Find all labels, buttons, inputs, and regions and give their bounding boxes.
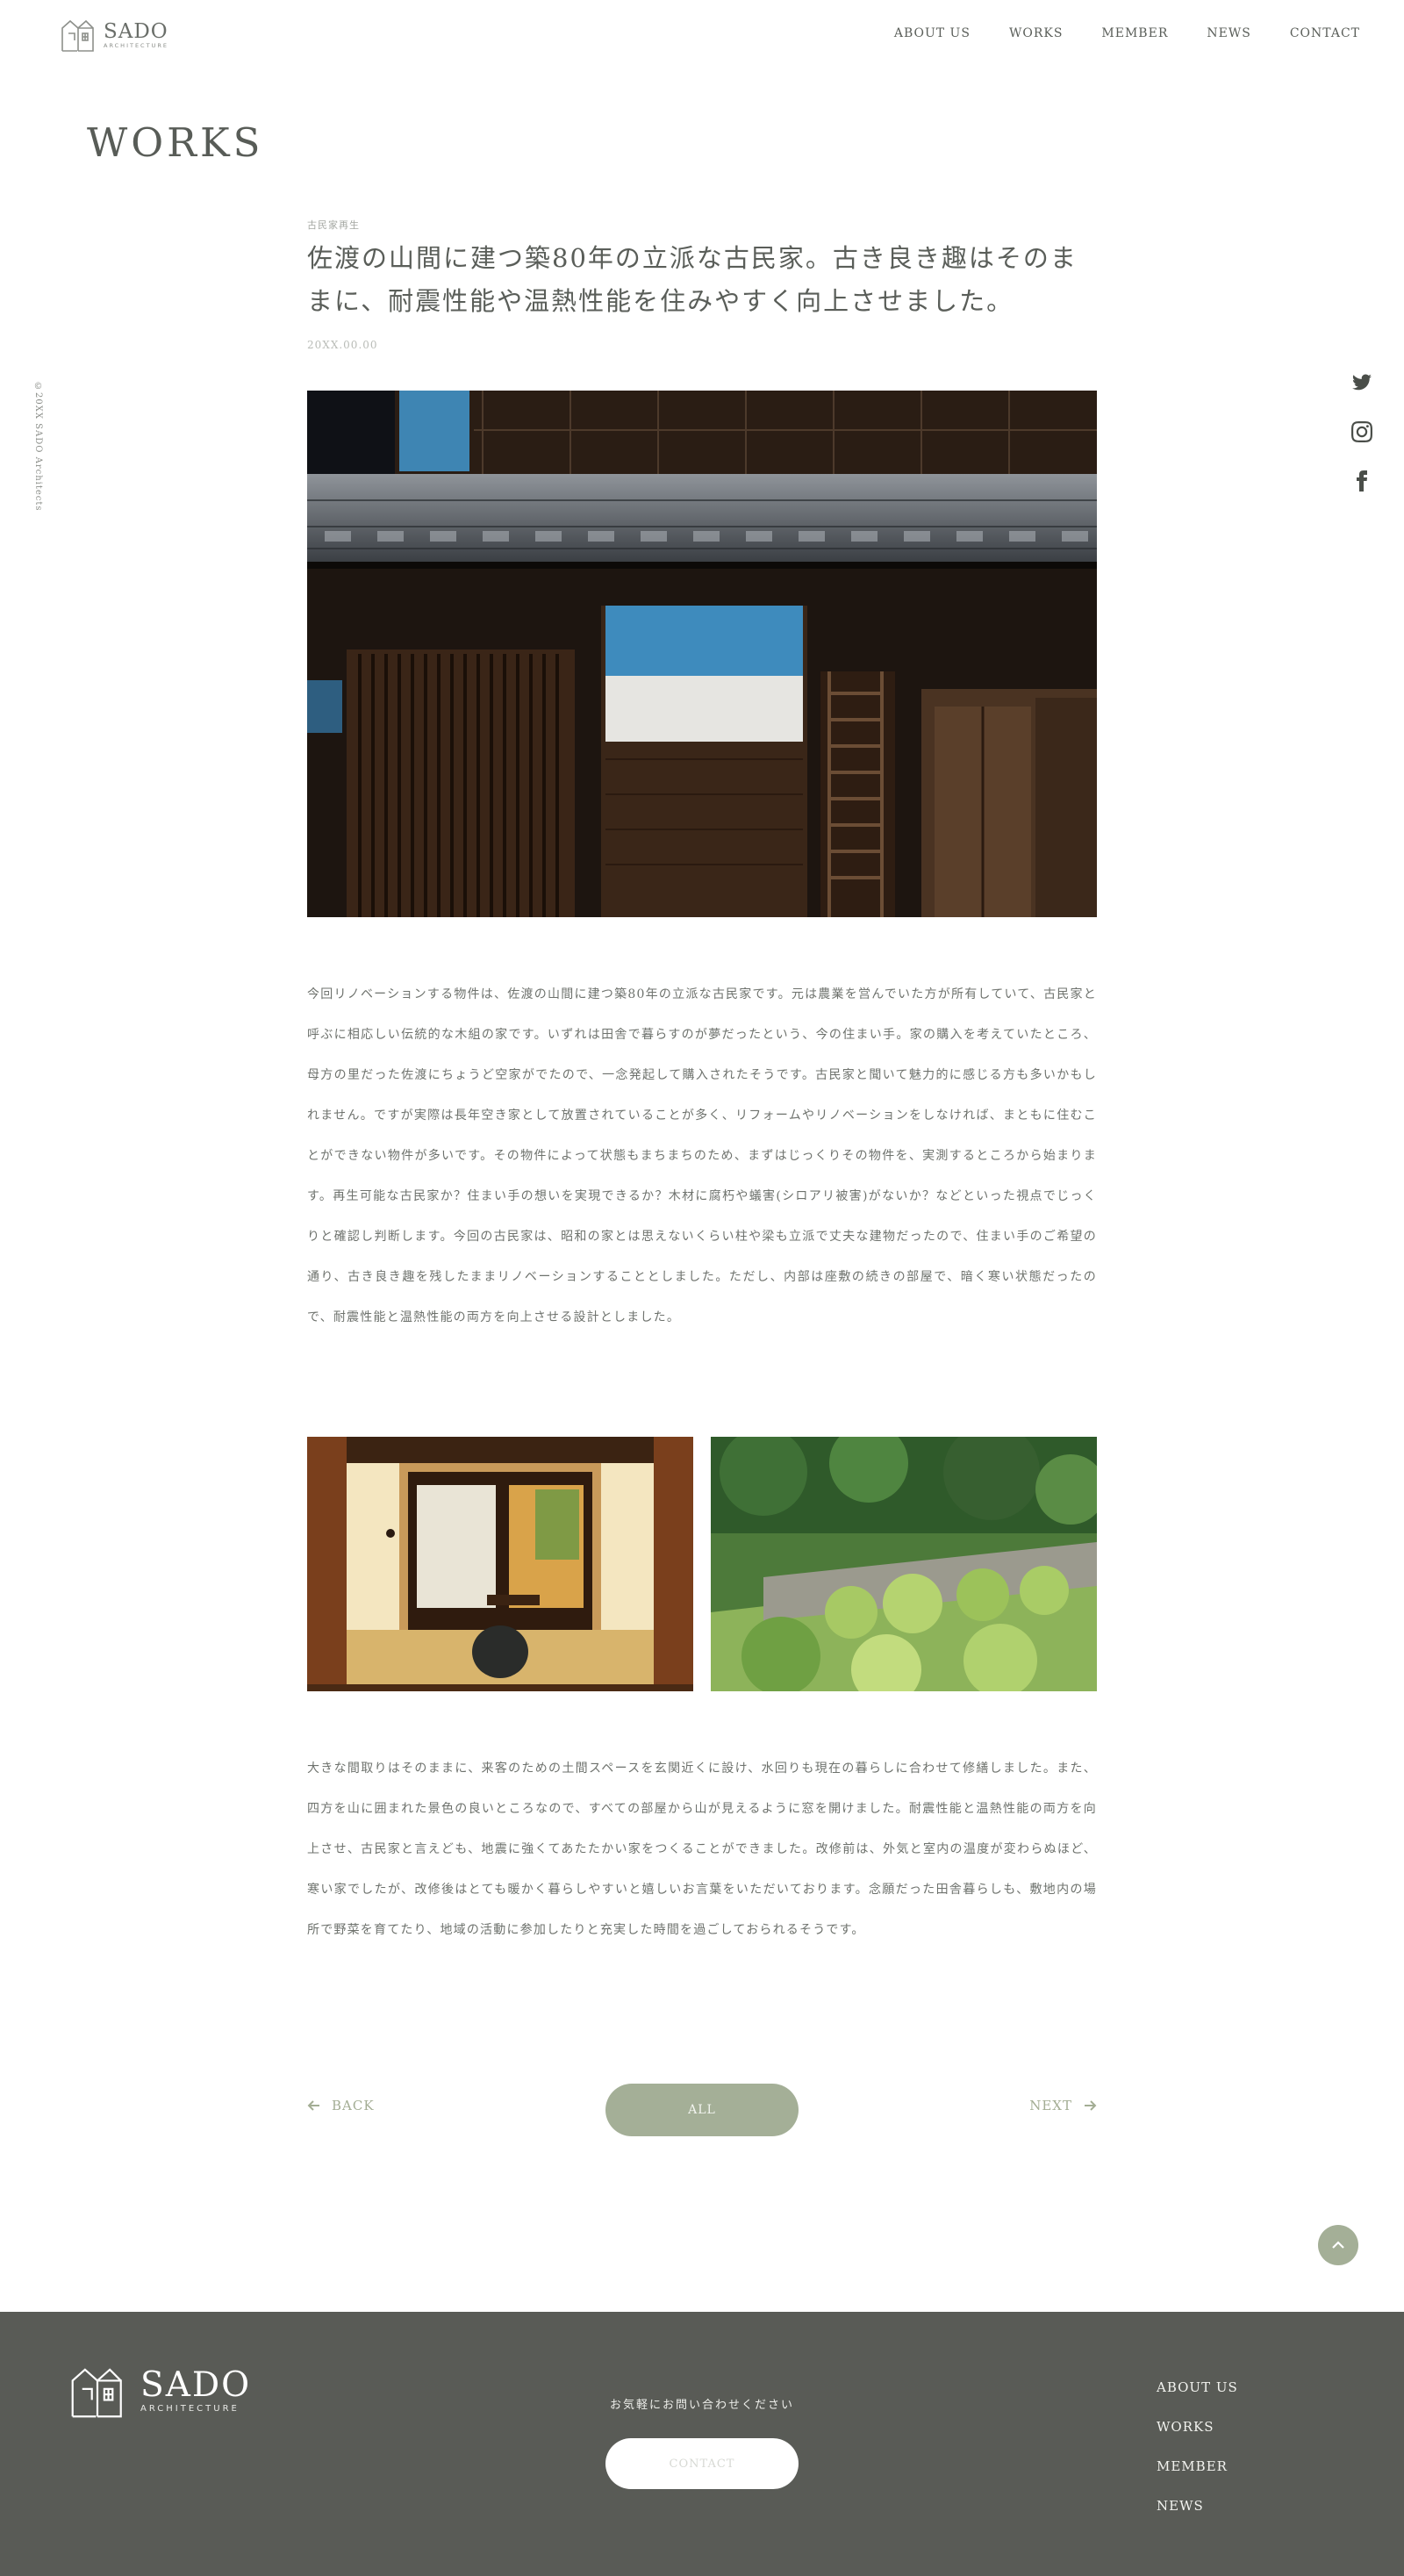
article-date: 20XX.00.00	[307, 339, 378, 351]
logo-name: SADO	[104, 20, 168, 43]
back-label: BACK	[332, 2098, 375, 2113]
nav-about-us[interactable]: ABOUT US	[894, 26, 971, 40]
main-photo-house-facade	[307, 391, 1097, 917]
house-logo-icon	[61, 19, 94, 52]
site-footer: SADO ARCHITECTURE お気軽にお問い合わせください CONTACT…	[0, 2312, 1404, 2576]
nav-news[interactable]: NEWS	[1207, 26, 1250, 40]
side-copyright: ©20XX SADO Architects	[33, 382, 43, 512]
photo-vegetable-garden	[711, 1437, 1097, 1691]
article-category: 古民家再生	[307, 219, 360, 231]
back-to-top-button[interactable]	[1318, 2225, 1358, 2265]
nav-member[interactable]: MEMBER	[1101, 26, 1168, 40]
footer-contact-button[interactable]: CONTACT	[605, 2438, 799, 2489]
chevron-up-icon	[1332, 2241, 1344, 2249]
arrow-right-icon	[1085, 2100, 1097, 2111]
footer-nav: ABOUT US WORKS MEMBER NEWS	[1157, 2380, 1238, 2514]
footer-logo[interactable]: SADO ARCHITECTURE	[68, 2363, 251, 2421]
footer-nav-works[interactable]: WORKS	[1157, 2420, 1238, 2435]
interior-illustration	[307, 1437, 693, 1691]
article-paragraph-2: 大きな間取りはそのままに、来客のための土間スペースを玄関近くに設け、水回りも現在…	[307, 1762, 1097, 1937]
next-label: NEXT	[1029, 2098, 1072, 2113]
logo-subtitle: ARCHITECTURE	[104, 42, 168, 49]
nav-contact[interactable]: CONTACT	[1290, 26, 1360, 40]
arrow-left-icon	[307, 2100, 319, 2111]
next-link[interactable]: NEXT	[1029, 2098, 1097, 2113]
twitter-icon	[1352, 374, 1372, 391]
footer-nav-news[interactable]: NEWS	[1157, 2499, 1238, 2514]
facebook-icon	[1357, 470, 1367, 492]
global-nav: ABOUT US WORKS MEMBER NEWS CONTACT	[894, 26, 1360, 40]
article-paragraph-1: 今回リノベーションする物件は、佐渡の山間に建つ築80年の立派な古民家です。元は農…	[307, 987, 1097, 1324]
house-logo-icon	[71, 2368, 122, 2418]
footer-nav-member[interactable]: MEMBER	[1157, 2459, 1238, 2474]
page-title: WORKS	[87, 119, 264, 166]
house-facade-illustration	[307, 391, 1097, 917]
instagram-link[interactable]	[1351, 421, 1372, 442]
twitter-link[interactable]	[1351, 372, 1372, 393]
facebook-link[interactable]	[1351, 470, 1372, 492]
photo-interior-tatami	[307, 1437, 693, 1691]
footer-nav-about-us[interactable]: ABOUT US	[1157, 2380, 1238, 2395]
nav-works[interactable]: WORKS	[1009, 26, 1063, 40]
social-links	[1351, 372, 1372, 492]
site-logo[interactable]: SADO ARCHITECTURE	[60, 18, 168, 53]
back-link[interactable]: BACK	[307, 2098, 375, 2113]
all-works-button[interactable]: ALL	[605, 2084, 799, 2136]
garden-illustration	[711, 1437, 1097, 1691]
article-title: 佐渡の山間に建つ築80年の立派な古民家。古き良き趣はそのままに、耐震性能や温熱性…	[307, 243, 1078, 316]
instagram-icon	[1351, 421, 1372, 442]
